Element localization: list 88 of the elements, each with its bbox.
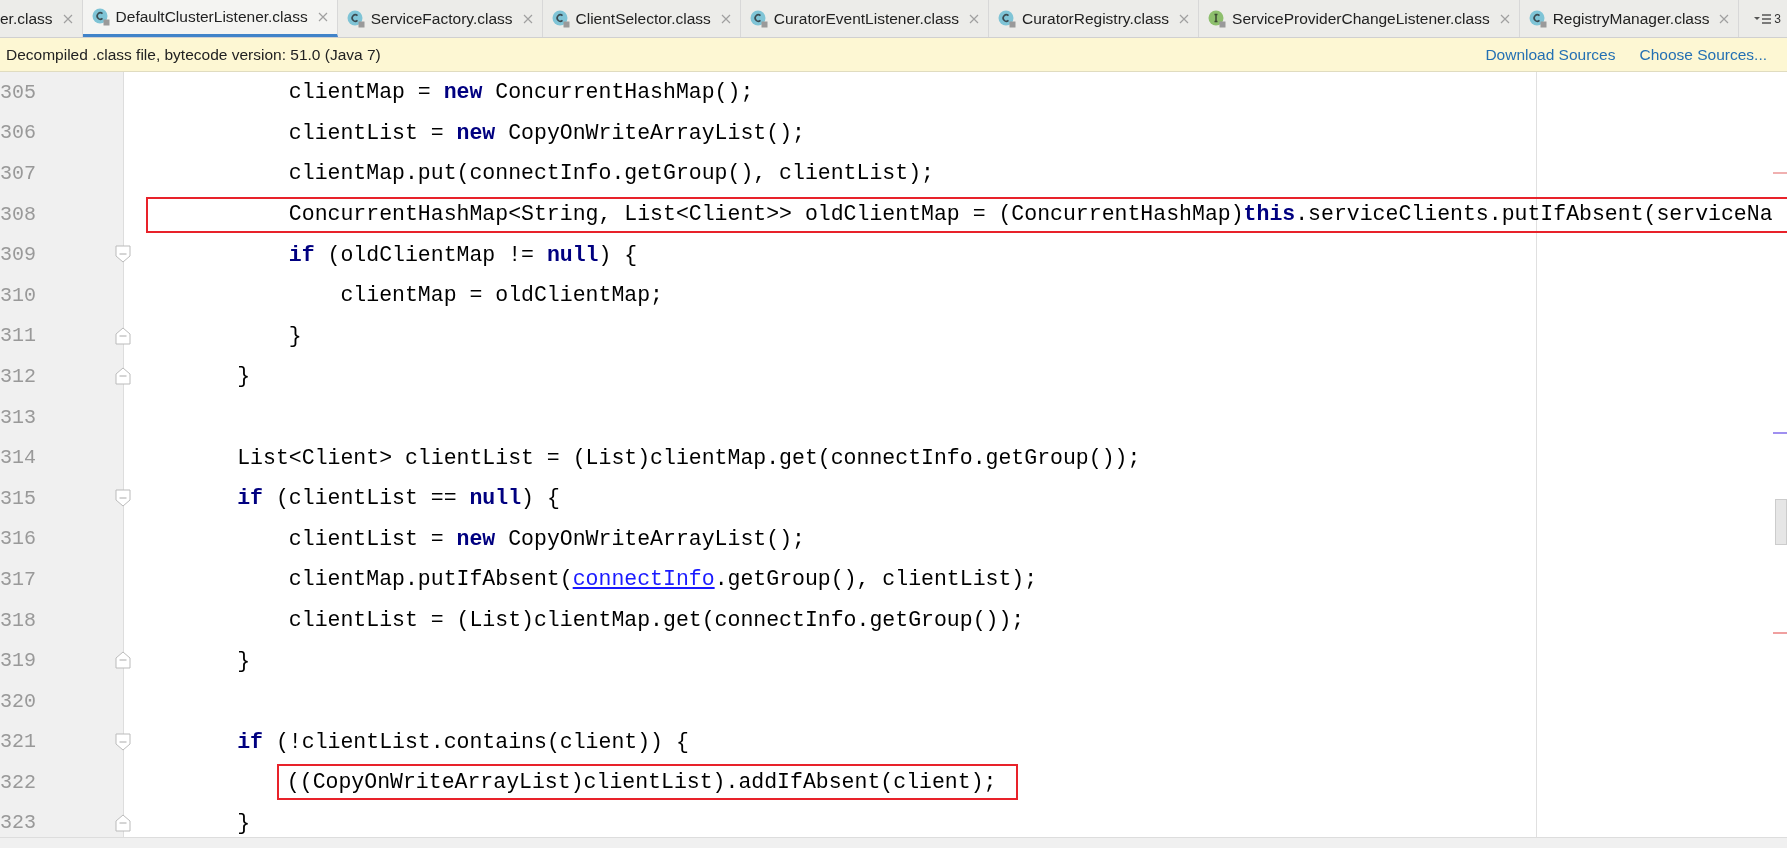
code-text: (clientList == (274, 486, 458, 511)
fold-marker-icon[interactable] (115, 245, 131, 264)
notification-message: Decompiled .class file, bytecode version: 51.0 (Java 7) (6, 45, 382, 64)
close-icon[interactable] (317, 12, 328, 22)
line-number: 313 (0, 405, 36, 429)
code-text: } (237, 364, 251, 389)
close-icon[interactable] (720, 13, 731, 24)
close-icon[interactable] (1499, 13, 1510, 24)
code-text: } (237, 811, 251, 835)
code-text: .getGroup(), clientList); (714, 567, 1038, 592)
line-number: 311 (0, 324, 36, 348)
line-number: 323 (0, 811, 36, 835)
code-text: clientMap.put(connectInfo.getGroup(), clientList); (288, 161, 934, 186)
editor-tab[interactable]: ServiceProviderChangeListener.class (1199, 0, 1520, 37)
scrollbar-thumb[interactable] (1775, 499, 1787, 545)
editor-tab[interactable]: CuratorRegistry.class (989, 0, 1200, 37)
close-icon[interactable] (1179, 13, 1190, 24)
notification-link[interactable]: Choose Sources... (1639, 45, 1767, 64)
close-icon[interactable] (969, 13, 980, 24)
line-number: 312 (0, 364, 36, 388)
keyword: new (456, 120, 496, 145)
notification-link[interactable]: Download Sources (1485, 45, 1616, 64)
line-number: 318 (0, 608, 36, 632)
line-number: 320 (0, 689, 36, 713)
code-text: clientMap = (288, 80, 432, 105)
code-text: clientList = (288, 120, 445, 145)
code-text: clientMap.putIfAbsent( (288, 567, 573, 592)
code-text: ConcurrentHashMap(); (494, 80, 754, 105)
keyword: if (288, 242, 315, 267)
line-number: 307 (0, 162, 36, 185)
code-text: ) { (521, 486, 560, 511)
line-number: 308 (0, 202, 36, 226)
line-number: 317 (0, 567, 36, 591)
code-text: } (288, 323, 302, 348)
code-link[interactable]: connectInfo (572, 567, 715, 592)
keyword: null (546, 242, 599, 267)
code-text: CopyOnWriteArrayList(); (507, 526, 805, 551)
keyword: if (237, 486, 264, 511)
error-stripe-mark (1773, 632, 1787, 634)
editor-tab[interactable]: RegistryManager.class (1519, 0, 1740, 37)
close-icon[interactable] (1719, 13, 1730, 24)
close-icon[interactable] (62, 13, 73, 24)
code-text: ((CopyOnWriteArrayList)clientList).addIfAbsent(client); (286, 770, 997, 795)
editor-tab[interactable]: DefaultClusterListener.class (82, 0, 338, 37)
file-icon (91, 8, 110, 26)
line-number: 316 (0, 527, 36, 551)
editor-tab[interactable]: ClientSelector.class (542, 0, 741, 37)
editor-tab[interactable]: ServiceFactory.class (337, 0, 543, 37)
keyword: new (443, 80, 483, 105)
file-icon (1528, 9, 1547, 28)
code-text: clientList = (288, 526, 445, 551)
file-icon (1208, 9, 1227, 28)
file-icon (551, 9, 570, 28)
line-number: 322 (0, 770, 36, 794)
code-text: List<Client> clientList = (List)clientMap.get(connectInfo.getGroup()); (237, 445, 1141, 470)
editor-tab[interactable]: CuratorEventListener.class (740, 0, 990, 37)
keyword: this (1243, 202, 1296, 227)
horizontal-scrollbar[interactable] (0, 837, 1787, 848)
line-number: 309 (0, 243, 36, 267)
line-number: 310 (0, 283, 36, 307)
keyword: null (469, 486, 522, 511)
line-number: 305 (0, 80, 36, 104)
close-icon[interactable] (522, 13, 533, 24)
code-text: (oldClientMap != (326, 242, 535, 267)
editor-tab[interactable]: er.class (0, 0, 83, 37)
line-number: 319 (0, 649, 36, 673)
code-text: .serviceClients.putIfAbsent(serviceNa (1295, 202, 1773, 227)
code-text: (!clientList.contains(client)) { (274, 729, 689, 754)
fold-marker-icon[interactable] (115, 488, 131, 507)
code-text: clientMap = oldClientMap; (340, 283, 663, 308)
file-icon (749, 9, 768, 28)
list-icon (1754, 12, 1773, 25)
fold-marker-icon[interactable] (115, 732, 131, 751)
code-text: CopyOnWriteArrayList(); (507, 120, 805, 145)
code-text: ) { (598, 242, 638, 267)
file-icon (998, 9, 1017, 28)
code-text: } (237, 648, 251, 673)
line-number: 321 (0, 730, 36, 754)
keyword: new (456, 526, 496, 551)
line-number: 306 (0, 121, 36, 145)
line-number: 314 (0, 446, 36, 470)
error-stripe-mark (1773, 432, 1787, 434)
line-number: 315 (0, 486, 36, 510)
file-icon (346, 9, 365, 28)
keyword: if (237, 729, 264, 754)
code-text: ConcurrentHashMap<String, List<Client>> oldClientMap = (ConcurrentHashMap) (288, 202, 1244, 227)
error-stripe-mark (1773, 172, 1787, 174)
code-text: clientList = (List)clientMap.get(connectInfo.getGroup()); (288, 608, 1025, 632)
